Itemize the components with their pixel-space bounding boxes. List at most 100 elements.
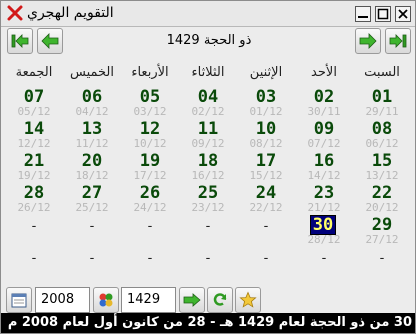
day-name-header: الأحد xyxy=(311,65,337,80)
hijri-calendar-window: التقويم الهجري ذو الحجة 1429 السبت الأحد… xyxy=(0,0,416,334)
refresh-button[interactable] xyxy=(207,287,233,313)
gregorian-date: 02/12 xyxy=(191,105,225,118)
gregorian-date: 24/12 xyxy=(133,201,167,214)
day-cell[interactable]: 17 15/12 xyxy=(237,151,295,183)
gregorian-date: 08/12 xyxy=(249,137,283,150)
hijri-day-number: 13 xyxy=(81,119,103,139)
day-cell[interactable]: 15 13/12 xyxy=(353,151,411,183)
refresh-icon xyxy=(213,293,227,306)
close-icon[interactable] xyxy=(6,4,24,22)
window-close-icon[interactable] xyxy=(395,6,411,22)
empty-day-marker: - xyxy=(89,251,95,266)
day-cell[interactable]: 24 22/12 xyxy=(237,183,295,215)
day-name-header: الإثنين xyxy=(249,65,283,80)
bottom-toolbar: 2008 1429 xyxy=(1,285,415,313)
hijri-day-number: 03 xyxy=(255,87,277,107)
day-cell[interactable]: 28 26/12 xyxy=(5,183,63,215)
day-cell[interactable]: 02 30/11 xyxy=(295,87,353,119)
day-name-header: الثلاثاء xyxy=(191,65,225,80)
hijri-day-number: 21 xyxy=(23,151,45,171)
calendar-grid: السبت الأحد الإثنين الثلاثاء الأربعاء الخميس ا… xyxy=(1,61,415,285)
hijri-day-number: 28 xyxy=(23,183,45,203)
gregorian-date: 27/12 xyxy=(365,233,399,246)
day-cell[interactable]: 06 04/12 xyxy=(63,87,121,119)
gregorian-year-field[interactable]: 2008 xyxy=(35,287,90,313)
day-cell[interactable]: 26 24/12 xyxy=(121,183,179,215)
go-button[interactable] xyxy=(179,287,205,313)
day-cell[interactable]: 11 09/12 xyxy=(179,119,237,151)
day-cell[interactable]: 05 03/12 xyxy=(121,87,179,119)
empty-day-cell: - xyxy=(121,215,179,247)
favorite-button[interactable] xyxy=(235,287,261,313)
empty-day-cell: - xyxy=(5,215,63,247)
gregorian-date: 12/12 xyxy=(17,137,51,150)
gregorian-date: 25/12 xyxy=(75,201,109,214)
day-cell[interactable]: 22 20/12 xyxy=(353,183,411,215)
empty-day-marker: - xyxy=(263,251,269,266)
hijri-day-number: 24 xyxy=(255,183,277,203)
day-cell[interactable]: 03 01/12 xyxy=(237,87,295,119)
hijri-day-number: 09 xyxy=(313,119,335,139)
minimize-icon[interactable] xyxy=(355,6,371,22)
empty-day-cell: - xyxy=(63,215,121,247)
day-cell[interactable]: 04 02/12 xyxy=(179,87,237,119)
day-cell[interactable]: 29 27/12 xyxy=(353,215,411,247)
hijri-day-number: 06 xyxy=(81,87,103,107)
day-cell[interactable]: 09 07/12 xyxy=(295,119,353,151)
next-month-icon xyxy=(359,33,377,49)
empty-day-marker: - xyxy=(147,219,153,234)
empty-day-marker: - xyxy=(89,219,95,234)
convert-button[interactable] xyxy=(93,287,119,313)
hijri-day-number: 18 xyxy=(197,151,219,171)
last-month-button[interactable] xyxy=(7,28,33,54)
hijri-day-number: 26 xyxy=(139,183,161,203)
gregorian-date: 07/12 xyxy=(307,137,341,150)
day-cell[interactable]: 07 05/12 xyxy=(5,87,63,119)
first-month-button[interactable] xyxy=(385,28,411,54)
empty-day-marker: - xyxy=(31,219,37,234)
gregorian-date: 01/12 xyxy=(249,105,283,118)
day-cell[interactable]: 25 23/12 xyxy=(179,183,237,215)
day-cell[interactable]: 21 19/12 xyxy=(5,151,63,183)
day-cell[interactable]: 16 14/12 xyxy=(295,151,353,183)
empty-day-marker: - xyxy=(379,251,385,266)
hijri-day-number: 14 xyxy=(23,119,45,139)
convert-icon xyxy=(99,293,113,307)
day-cell[interactable]: 23 21/12 xyxy=(295,183,353,215)
gregorian-date: 18/12 xyxy=(75,169,109,182)
gregorian-date: 14/12 xyxy=(307,169,341,182)
day-cell[interactable]: 14 12/12 xyxy=(5,119,63,151)
day-cell[interactable]: 19 17/12 xyxy=(121,151,179,183)
hijri-year-field[interactable]: 1429 xyxy=(121,287,176,313)
day-cell[interactable]: 01 29/11 xyxy=(353,87,411,119)
empty-day-marker: - xyxy=(263,219,269,234)
status-bar: 30 من ذو الحجة لعام 1429 هـ - 28 من كانو… xyxy=(1,313,415,333)
day-cell[interactable]: 20 18/12 xyxy=(63,151,121,183)
day-cell[interactable]: 12 10/12 xyxy=(121,119,179,151)
next-month-button[interactable] xyxy=(355,28,381,54)
gregorian-date: 11/12 xyxy=(75,137,109,150)
empty-day-cell: - xyxy=(63,247,121,279)
day-cell[interactable]: 18 16/12 xyxy=(179,151,237,183)
hijri-day-number: 22 xyxy=(371,183,393,203)
hijri-day-number: 02 xyxy=(313,87,335,107)
hijri-day-number: 05 xyxy=(139,87,161,107)
previous-month-button[interactable] xyxy=(37,28,63,54)
navigation-bar: ذو الحجة 1429 xyxy=(1,28,415,57)
hijri-day-number: 20 xyxy=(81,151,103,171)
hijri-day-number: 17 xyxy=(255,151,277,171)
today-cell[interactable]: 30 28/12 xyxy=(295,215,353,247)
gregorian-date: 26/12 xyxy=(17,201,51,214)
day-cell[interactable]: 08 06/12 xyxy=(353,119,411,151)
hijri-day-number: 04 xyxy=(197,87,219,107)
maximize-icon[interactable] xyxy=(375,6,391,22)
day-cell[interactable]: 27 25/12 xyxy=(63,183,121,215)
gregorian-date: 16/12 xyxy=(191,169,225,182)
first-month-icon xyxy=(389,34,407,48)
today-highlight: 30 xyxy=(310,215,336,235)
gregorian-date: 04/12 xyxy=(75,105,109,118)
day-cell[interactable]: 13 11/12 xyxy=(63,119,121,151)
calendar-button[interactable] xyxy=(6,287,32,313)
day-cell[interactable]: 10 08/12 xyxy=(237,119,295,151)
empty-day-marker: - xyxy=(31,251,37,266)
